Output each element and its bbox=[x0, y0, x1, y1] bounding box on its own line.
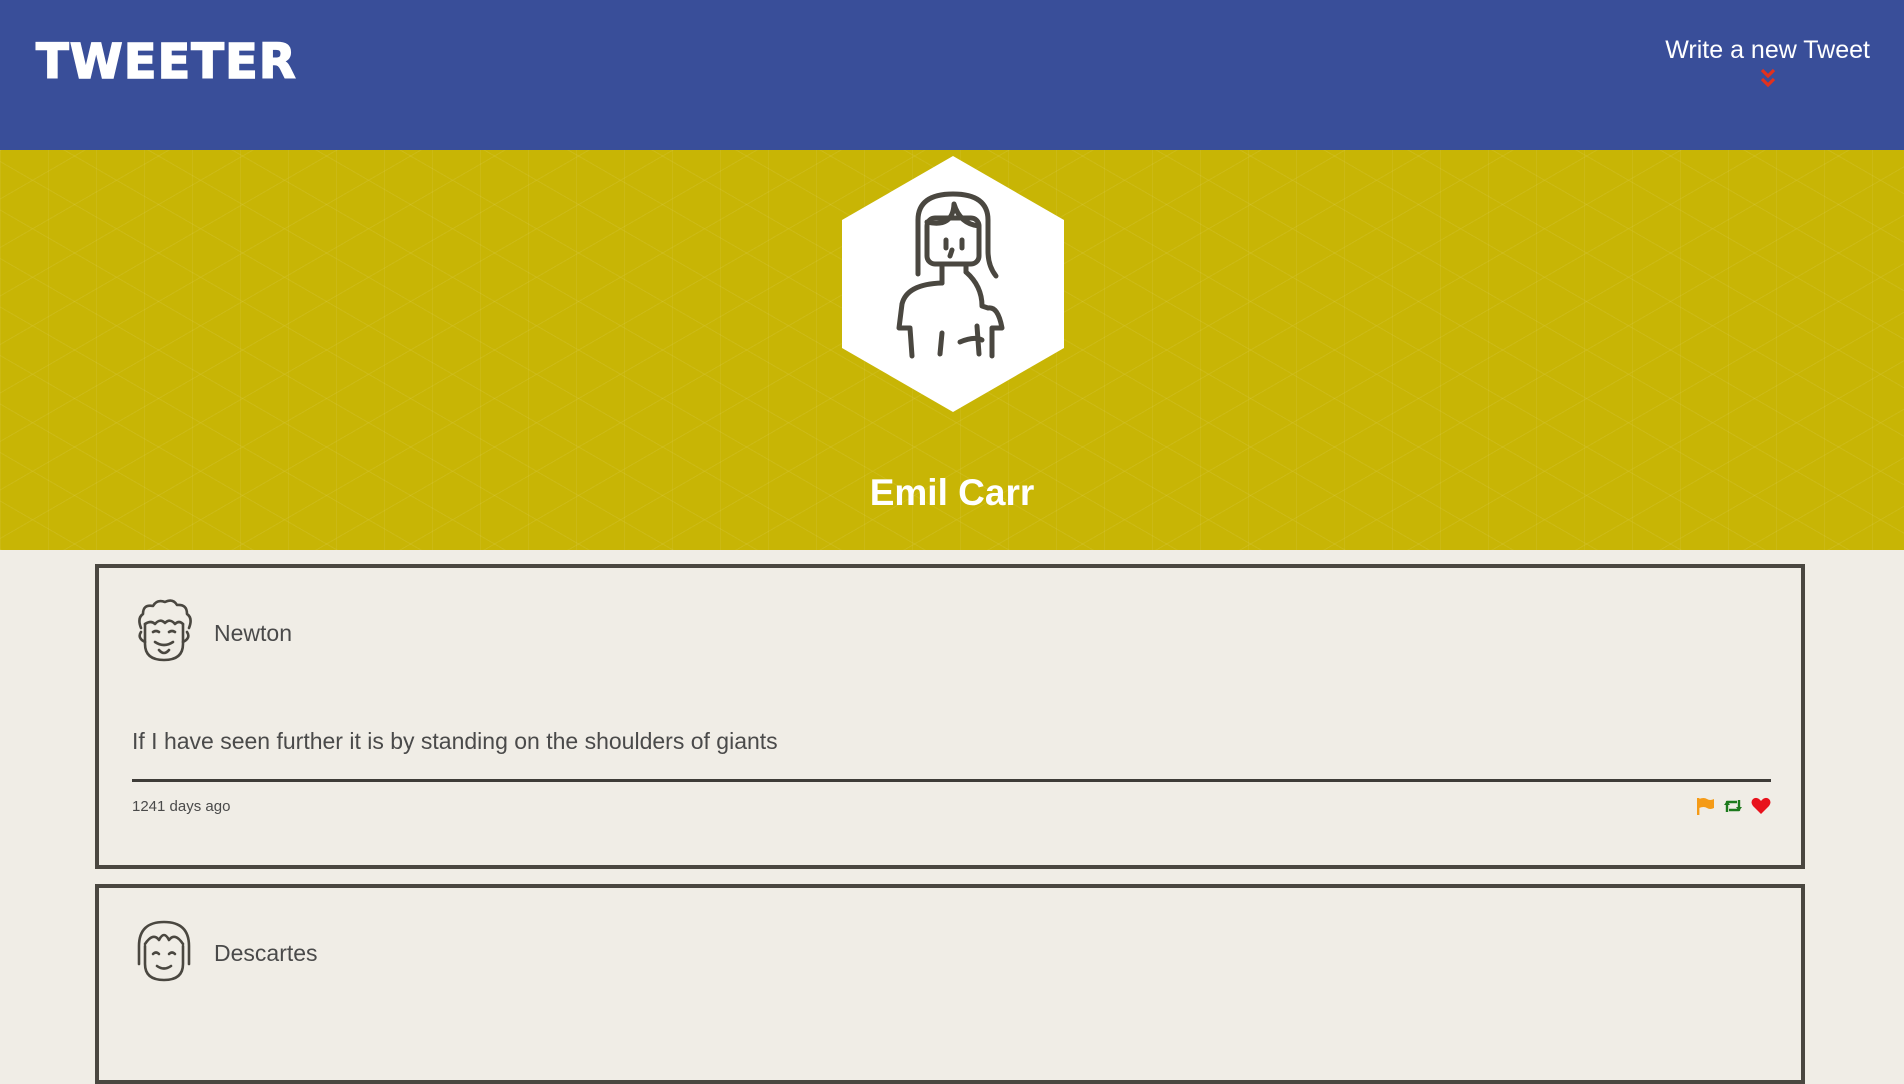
app-logo: TWEETER bbox=[35, 34, 297, 90]
heart-icon[interactable] bbox=[1751, 797, 1771, 815]
tweet-card: Newton If I have seen further it is by s… bbox=[95, 564, 1805, 869]
tweet-actions bbox=[1695, 797, 1771, 815]
tweet-author-avatar bbox=[138, 599, 192, 662]
retweet-icon[interactable] bbox=[1723, 797, 1743, 815]
tweet-author-name[interactable]: Newton bbox=[214, 620, 292, 647]
tweet-card: Descartes bbox=[95, 884, 1805, 1084]
tweet-divider bbox=[132, 779, 1771, 782]
tweet-author-name[interactable]: Descartes bbox=[214, 940, 318, 967]
tweet-timestamp: 1241 days ago bbox=[132, 798, 231, 815]
double-chevron-down-icon bbox=[1760, 68, 1775, 88]
top-navigation-bar: TWEETER Write a new Tweet bbox=[0, 0, 1904, 150]
profile-avatar bbox=[842, 156, 1064, 412]
write-new-tweet-button[interactable]: Write a new Tweet bbox=[1665, 36, 1870, 91]
profile-name: Emil Carr bbox=[869, 472, 1035, 513]
tweet-author-avatar bbox=[137, 920, 191, 982]
write-new-tweet-label: Write a new Tweet bbox=[1665, 36, 1870, 64]
flag-icon[interactable] bbox=[1695, 797, 1715, 815]
tweet-content: If I have seen further it is by standing… bbox=[132, 728, 778, 754]
profile-banner: Emil Carr bbox=[0, 150, 1904, 550]
